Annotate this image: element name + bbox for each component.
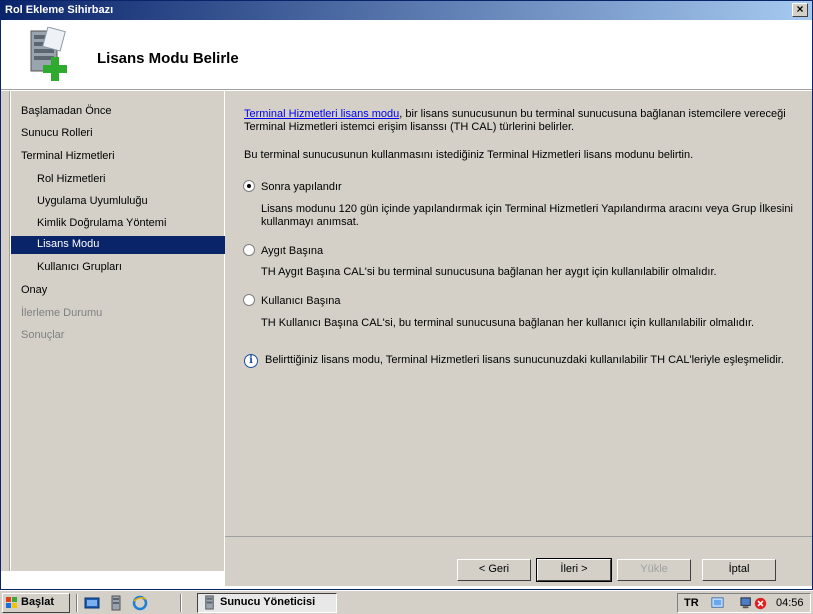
install-button: Yükle [617,559,691,581]
server-manager-icon [205,595,214,610]
option-label: Kullanıcı Başına [261,295,341,308]
clock[interactable]: 04:56 [776,597,804,609]
nav-item-onay[interactable]: Onay [11,282,225,300]
start-label: Başlat [21,596,55,608]
option-sonra-yapilandir[interactable]: Sonra yapılandır [243,180,342,195]
instruction-text: Bu terminal sunucusunun kullanmasını ist… [244,149,694,161]
wizard-header: Lisans Modu Belirle [1,20,812,90]
option-kullanici-basina[interactable]: Kullanıcı Başına [243,294,341,309]
windows-logo-icon [6,597,17,608]
intro-paragraph: Terminal Hizmetleri lisans modu, bir lis… [244,108,804,134]
taskbar-separator [76,594,78,612]
nav-item-rol-hizmetleri[interactable]: Rol Hizmetleri [11,171,225,189]
taskbar-app-button[interactable]: Sunucu Yöneticisi [197,593,337,613]
start-button[interactable]: Başlat [2,593,70,613]
info-icon: i [244,354,258,368]
option-aygit-basina[interactable]: Aygıt Başına [243,244,324,259]
window-title: Rol Ekleme Sihirbazı [5,4,114,16]
radio-kullanici-basina[interactable] [243,294,255,307]
main-content: Terminal Hizmetleri lisans modu, bir lis… [225,91,812,536]
computer-icon[interactable] [740,596,755,611]
nav-item-terminal-hizmetleri[interactable]: Terminal Hizmetleri [11,148,225,166]
left-edge [1,91,10,571]
server-manager-icon[interactable] [108,595,124,611]
button-bar: < Geri İleri > Yükle İptal [225,536,812,586]
back-button[interactable]: < Geri [457,559,531,581]
nav-item-uygulama-uyumlulugu[interactable]: Uygulama Uyumluluğu [11,193,225,211]
taskbar-app-label: Sunucu Yöneticisi [220,596,316,608]
taskbar: Başlat Sunucu Yöneticisi TR 04:56 [0,590,813,614]
nav-item-kullanici-gruplari[interactable]: Kullanıcı Grupları [11,259,225,277]
nav-item-kimlik-dogrulama[interactable]: Kimlik Doğrulama Yöntemi [11,215,225,233]
radio-aygit-basina[interactable] [243,244,255,257]
server-add-icon [30,27,67,81]
internet-explorer-icon[interactable] [132,595,148,611]
page-title: Lisans Modu Belirle [97,50,239,67]
nav-item-lisans-modu[interactable]: Lisans Modu [11,236,225,254]
option-label: Aygıt Başına [261,245,324,258]
wizard-nav: Başlamadan Önce Sunucu Rolleri Terminal … [10,91,225,571]
nav-item-ilerleme-durumu: İlerleme Durumu [21,307,103,319]
option-description: Lisans modunu 120 gün içinde yapılandırm… [261,203,793,228]
network-icon[interactable] [710,596,725,611]
option-label: Sonra yapılandır [261,181,342,194]
next-button[interactable]: İleri > [536,558,612,582]
title-bar[interactable]: Rol Ekleme Sihirbazı × [1,1,812,20]
radio-sonra-yapilandir[interactable] [243,180,255,193]
nav-item-sunucu-rolleri[interactable]: Sunucu Rolleri [11,125,225,143]
taskbar-separator [180,594,182,612]
cancel-button[interactable]: İptal [702,559,776,581]
wizard-window: Rol Ekleme Sihirbazı × Lisans Modu Belir… [0,0,813,590]
license-mode-link[interactable]: Terminal Hizmetleri lisans modu [244,108,399,120]
nav-item-baslamadan-once[interactable]: Başlamadan Önce [11,103,225,121]
system-tray: TR 04:56 [677,593,811,613]
language-indicator[interactable]: TR [684,597,699,609]
close-button[interactable]: × [792,3,808,17]
show-desktop-icon[interactable] [84,595,100,611]
nav-item-sonuclar: Sonuçlar [21,329,65,341]
option-description: TH Aygıt Başına CAL'si bu terminal sunuc… [261,266,717,278]
info-text: Belirttiğiniz lisans modu, Terminal Hizm… [265,354,784,366]
option-description: TH Kullanıcı Başına CAL'si, bu terminal … [261,317,755,329]
security-alert-icon[interactable] [754,597,767,610]
